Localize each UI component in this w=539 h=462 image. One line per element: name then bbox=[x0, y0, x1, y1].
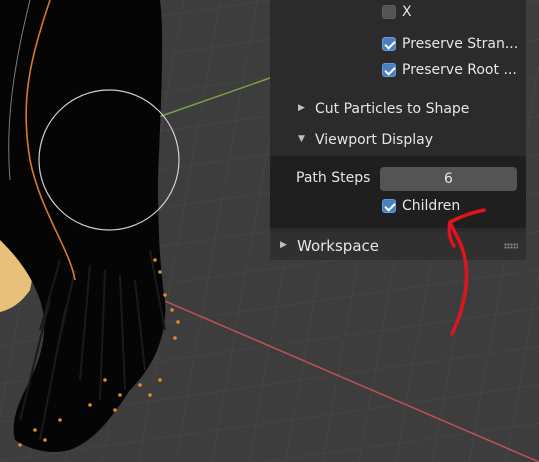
panel-workspace[interactable]: ▶ Workspace bbox=[270, 232, 526, 260]
preserve-root-label: Preserve Root ... bbox=[402, 62, 517, 78]
x-checkbox-row[interactable]: X bbox=[270, 4, 526, 24]
preserve-root-row[interactable]: Preserve Root ... bbox=[270, 62, 526, 82]
preserve-strand-checkbox[interactable] bbox=[382, 37, 396, 51]
properties-panel: X Preserve Stran... Preserve Root ... ▶ … bbox=[270, 0, 526, 260]
path-steps-label: Path Steps bbox=[296, 170, 371, 186]
collapsed-arrow-icon: ▶ bbox=[280, 240, 287, 250]
path-steps-field[interactable]: 6 bbox=[380, 167, 517, 191]
children-checkbox-row[interactable]: Children bbox=[270, 198, 526, 218]
preserve-root-checkbox[interactable] bbox=[382, 63, 396, 77]
children-label: Children bbox=[402, 198, 461, 214]
drag-handle-icon[interactable] bbox=[504, 243, 518, 249]
workspace-label: Workspace bbox=[297, 237, 379, 255]
preserve-strand-label: Preserve Stran... bbox=[402, 36, 519, 52]
preserve-strand-row[interactable]: Preserve Stran... bbox=[270, 36, 526, 56]
children-checkbox[interactable] bbox=[382, 199, 396, 213]
cut-particles-label: Cut Particles to Shape bbox=[315, 101, 470, 117]
panel-cut-particles[interactable]: ▶ Cut Particles to Shape bbox=[270, 100, 526, 122]
x-checkbox-label: X bbox=[402, 4, 412, 20]
expanded-arrow-icon: ▼ bbox=[298, 134, 305, 144]
collapsed-arrow-icon: ▶ bbox=[298, 103, 305, 113]
panel-viewport-display[interactable]: ▼ Viewport Display bbox=[270, 131, 526, 153]
viewport-display-label: Viewport Display bbox=[315, 132, 433, 148]
x-checkbox[interactable] bbox=[382, 5, 396, 19]
